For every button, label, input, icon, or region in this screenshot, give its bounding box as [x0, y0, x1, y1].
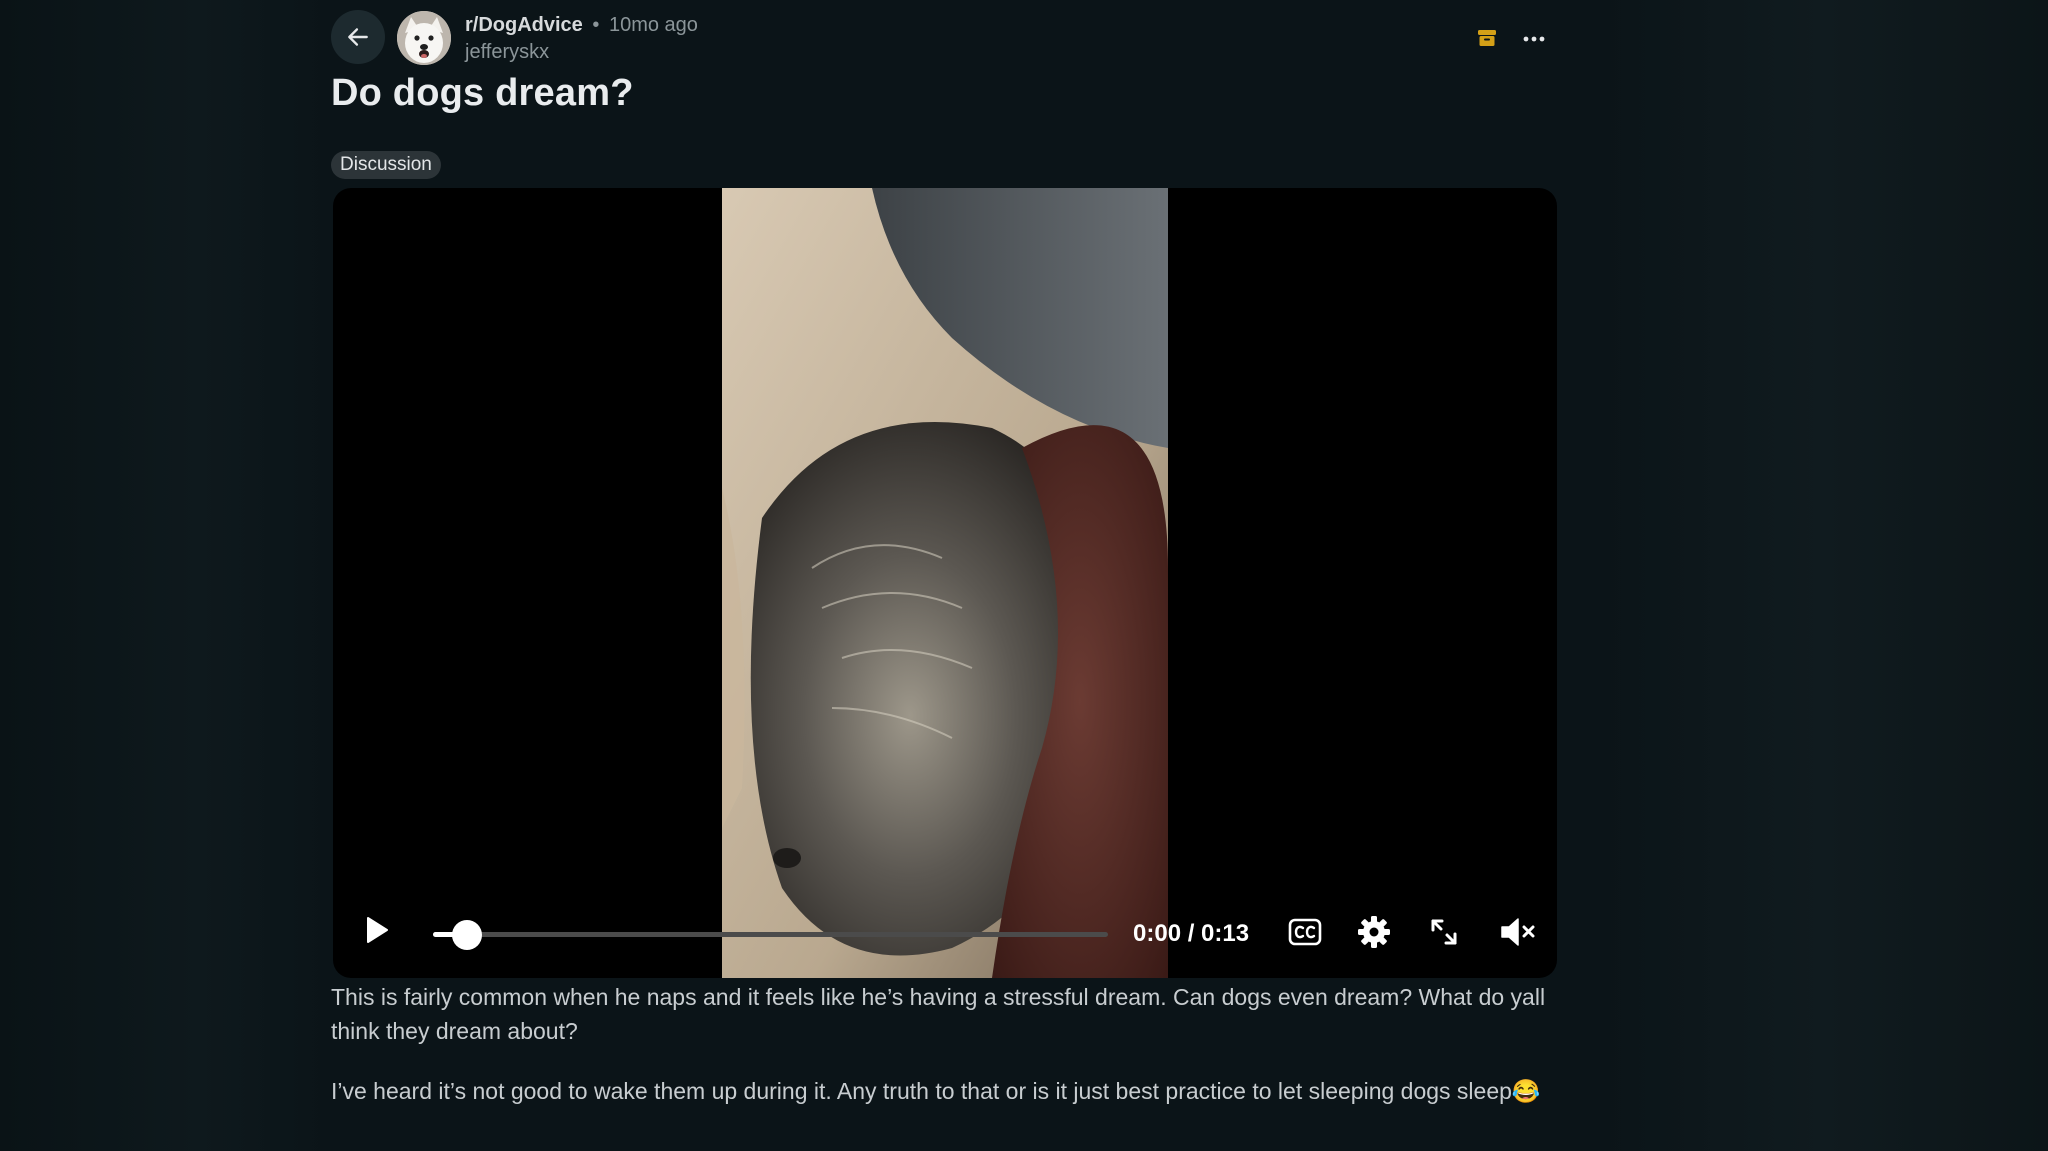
meta-separator: • [592, 14, 600, 36]
gear-icon[interactable] [1357, 915, 1391, 949]
backdrop-right [1598, 0, 2048, 1151]
post-meta: r/DogAdvice • 10mo ago [465, 14, 698, 37]
video-controls: 0:00 / 0:13 [333, 888, 1557, 978]
expand-icon[interactable] [1428, 916, 1460, 948]
post-title: Do dogs dream? [331, 72, 634, 114]
post-body-paragraph: This is fairly common when he naps and i… [331, 984, 1546, 1044]
seek-handle[interactable] [451, 920, 482, 950]
author-link[interactable]: jefferyskx [465, 41, 549, 64]
play-icon[interactable] [359, 913, 393, 947]
arrow-left-icon [348, 28, 368, 46]
video-frame [722, 188, 1168, 978]
archive-icon [1478, 30, 1496, 46]
video-time: 0:00 / 0:13 [1133, 920, 1250, 947]
closed-captions-icon[interactable] [1288, 917, 1322, 947]
post-body-paragraph: I’ve heard it’s not good to wake them up… [331, 1078, 1541, 1104]
post-timestamp: 10mo ago [608, 14, 698, 36]
volume-muted-icon[interactable] [1499, 915, 1537, 949]
post-detail: r/DogAdvice • 10mo ago jefferyskx Do dog… [331, 0, 1557, 1151]
subreddit-link[interactable]: r/DogAdvice [465, 14, 583, 36]
backdrop-left [0, 0, 332, 1151]
subreddit-avatar[interactable] [397, 11, 451, 65]
seek-bar[interactable] [433, 920, 1108, 950]
dog-avatar-image [397, 11, 451, 65]
more-horizontal-icon[interactable] [1519, 24, 1549, 54]
video-player[interactable]: 0:00 / 0:13 [333, 188, 1557, 978]
post-flair[interactable]: Discussion [331, 151, 441, 179]
back-button[interactable] [331, 10, 385, 64]
